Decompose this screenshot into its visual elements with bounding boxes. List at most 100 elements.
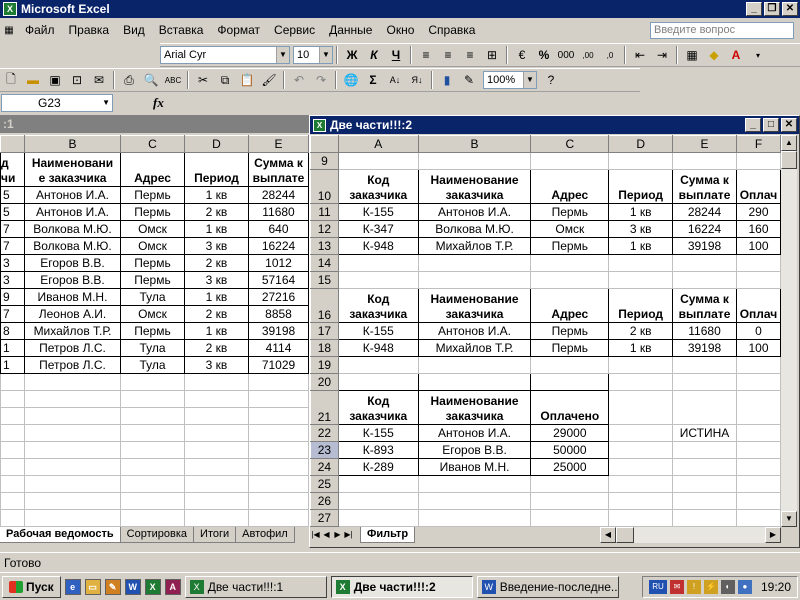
table-cell[interactable]: 27216 xyxy=(248,288,309,306)
task-word-document[interactable]: W Введение-последне... xyxy=(476,575,619,598)
table-cell[interactable] xyxy=(337,152,419,170)
scroll-left-icon[interactable]: ◀ xyxy=(600,527,616,543)
table-cell[interactable] xyxy=(0,424,25,442)
table-cell[interactable]: 290 xyxy=(735,203,781,221)
table-header-cell[interactable]: Адрес xyxy=(120,152,185,187)
drawing-icon[interactable]: ✎ xyxy=(459,70,479,90)
table-cell[interactable] xyxy=(0,390,25,408)
scroll-thumb[interactable] xyxy=(781,151,797,169)
table-cell[interactable] xyxy=(24,509,121,527)
table-cell[interactable]: 25000 xyxy=(530,458,610,476)
table-cell[interactable]: Леонов А.И. xyxy=(24,305,121,323)
close-button[interactable]: ✕ xyxy=(782,2,798,16)
table-cell[interactable] xyxy=(0,441,25,459)
table-cell[interactable]: 1 кв xyxy=(608,339,674,357)
table-cell[interactable]: К-155 xyxy=(337,322,419,340)
table-header-cell[interactable]: д чи xyxy=(0,152,25,187)
table-cell[interactable]: 100 xyxy=(735,237,781,255)
table-cell[interactable]: 2 кв xyxy=(184,339,249,357)
column-header[interactable]: E xyxy=(248,135,309,153)
table-cell[interactable]: 2 кв xyxy=(184,254,249,272)
table-cell[interactable]: 11680 xyxy=(248,203,309,221)
table-cell[interactable]: Омск xyxy=(120,237,185,255)
table-header-cell[interactable]: Сумма к выплате xyxy=(672,288,737,323)
row-header[interactable]: 27 xyxy=(310,509,339,527)
table-cell[interactable] xyxy=(417,373,532,391)
table-cell[interactable]: Иванов М.Н. xyxy=(24,288,121,306)
mail-tray-icon[interactable]: ✉ xyxy=(669,580,684,594)
explorer-quicklaunch-icon[interactable]: ▭ xyxy=(84,578,101,595)
row-header[interactable]: 19 xyxy=(310,356,339,374)
row-header[interactable]: 21 xyxy=(310,390,339,425)
table-cell[interactable]: 16224 xyxy=(248,237,309,255)
table-header-cell[interactable]: Оплачено xyxy=(530,390,610,425)
thousands-icon[interactable]: 000 xyxy=(556,45,576,65)
table-cell[interactable]: Петров Л.С. xyxy=(24,356,121,374)
table-cell[interactable]: 100 xyxy=(735,339,781,357)
tab-autofilter[interactable]: Автофил xyxy=(235,527,295,543)
table-cell[interactable] xyxy=(417,254,532,272)
table-cell[interactable] xyxy=(735,458,781,476)
font-name-combo[interactable]: Arial Cyr ▼ xyxy=(160,46,290,64)
table-cell[interactable] xyxy=(735,271,781,289)
table-cell[interactable] xyxy=(608,254,674,272)
menu-data[interactable]: Данные xyxy=(322,21,379,39)
table-cell[interactable] xyxy=(608,373,674,391)
table-cell[interactable] xyxy=(120,441,185,459)
spreadsheet-grid-1[interactable]: B C D E д чи Наименовани е заказчика Адр… xyxy=(0,135,309,527)
table-cell[interactable] xyxy=(120,509,185,527)
tab-work-sheet[interactable]: Рабочая ведомость xyxy=(0,527,121,543)
table-cell[interactable] xyxy=(735,356,781,374)
table-cell[interactable] xyxy=(530,254,610,272)
table-header-cell[interactable]: Наименование заказчика xyxy=(417,169,532,204)
table-cell[interactable]: К-347 xyxy=(337,220,419,238)
table-cell[interactable]: Пермь xyxy=(530,237,610,255)
table-cell[interactable] xyxy=(608,441,674,459)
bold-button[interactable]: Ж xyxy=(342,45,362,65)
table-cell[interactable] xyxy=(672,509,737,527)
redo-icon[interactable]: ↷ xyxy=(311,70,331,90)
table-cell[interactable]: Волкова М.Ю. xyxy=(24,220,121,238)
table-cell[interactable] xyxy=(672,356,737,374)
table-cell[interactable] xyxy=(184,373,249,391)
table-cell[interactable]: Егоров В.В. xyxy=(24,271,121,289)
table-cell[interactable]: Пермь xyxy=(530,322,610,340)
table-cell[interactable] xyxy=(337,492,419,510)
table-header-cell[interactable]: Наименовани е заказчика xyxy=(24,152,121,187)
table-header-cell[interactable]: Адрес xyxy=(530,169,610,204)
table-header-cell[interactable]: Период xyxy=(608,169,674,204)
row-header[interactable]: 17 xyxy=(310,322,339,340)
table-cell[interactable]: Пермь xyxy=(530,203,610,221)
table-cell[interactable]: К-948 xyxy=(337,339,419,357)
table-cell[interactable]: 28244 xyxy=(248,186,309,204)
table-cell[interactable]: Иванов М.Н. xyxy=(417,458,532,476)
table-header-cell[interactable]: Оплач xyxy=(735,169,781,204)
table-cell[interactable] xyxy=(530,475,610,493)
increase-indent-icon[interactable]: ⇥ xyxy=(652,45,672,65)
table-header-cell[interactable]: Адрес xyxy=(530,288,610,323)
table-cell[interactable] xyxy=(337,373,419,391)
table-cell[interactable] xyxy=(530,492,610,510)
row-header[interactable]: 23 xyxy=(310,441,339,459)
tab-sorting[interactable]: Сортировка xyxy=(119,527,195,543)
table-cell[interactable]: Антонов И.А. xyxy=(24,186,121,204)
column-header[interactable]: B xyxy=(24,135,121,153)
table-cell[interactable]: Омск xyxy=(530,220,610,238)
menu-view[interactable]: Вид xyxy=(116,21,152,39)
table-cell[interactable]: Михайлов Т.Р. xyxy=(417,339,532,357)
table-cell[interactable]: Пермь xyxy=(120,322,185,340)
row-header[interactable]: 24 xyxy=(310,458,339,476)
table-cell[interactable]: Тула xyxy=(120,339,185,357)
app-quicklaunch-icon[interactable]: ✎ xyxy=(104,578,121,595)
table-cell[interactable]: 2 кв xyxy=(184,305,249,323)
zoom-combo[interactable]: 100% ▼ xyxy=(483,71,537,89)
italic-button[interactable]: К xyxy=(364,45,384,65)
table-cell[interactable] xyxy=(672,373,737,391)
table-cell[interactable]: 7 xyxy=(0,305,25,323)
column-header[interactable]: D xyxy=(608,135,674,153)
table-cell[interactable] xyxy=(608,492,674,510)
maximize-button[interactable]: □ xyxy=(763,118,779,132)
table-cell[interactable] xyxy=(672,441,737,459)
table-cell[interactable]: 39198 xyxy=(248,322,309,340)
column-header[interactable]: C xyxy=(530,135,610,153)
